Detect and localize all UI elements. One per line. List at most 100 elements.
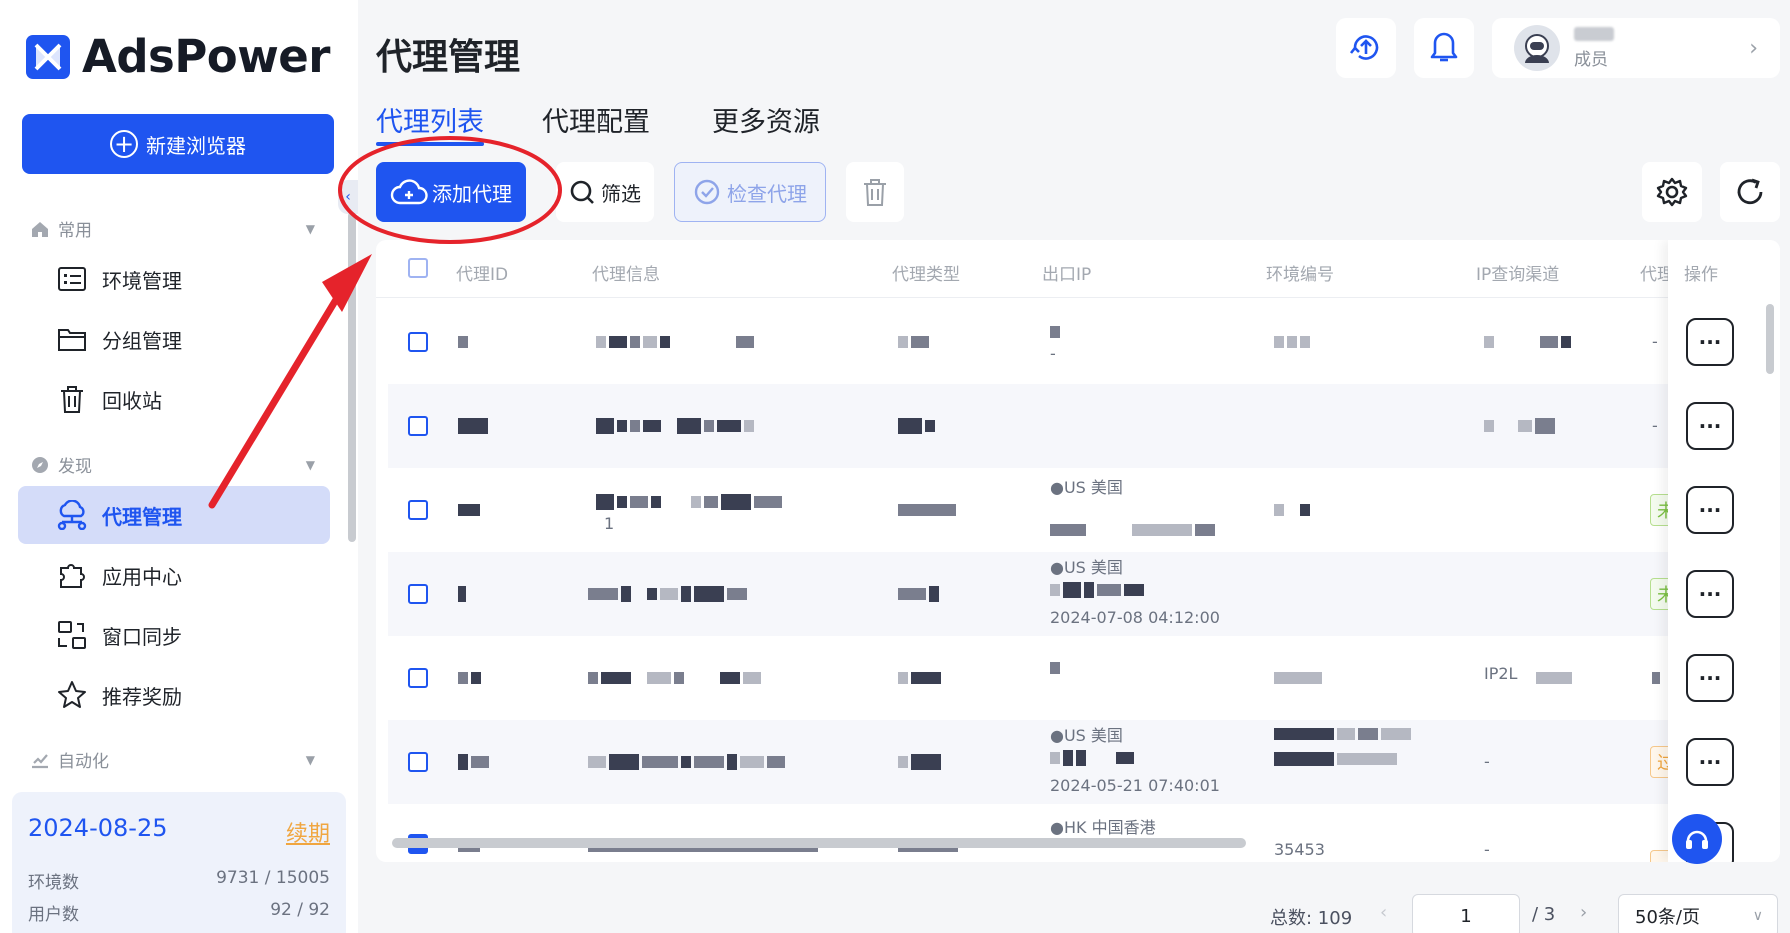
sidebar-item-group-management[interactable]: 分组管理 <box>18 310 330 368</box>
notifications-button[interactable] <box>1414 18 1474 78</box>
row-checkbox[interactable] <box>408 584 428 604</box>
upload-sync-button[interactable] <box>1336 18 1396 78</box>
page-number-input[interactable]: 1 <box>1412 894 1520 933</box>
redacted-env-no <box>1274 672 1322 684</box>
row-checkbox[interactable] <box>408 332 428 352</box>
headset-icon <box>1686 830 1708 849</box>
row-checkbox[interactable] <box>408 668 428 688</box>
redacted-proxy-type <box>898 672 941 684</box>
ip-channel: - <box>1484 840 1490 859</box>
row-more-button[interactable]: ··· <box>1686 318 1734 366</box>
table-vertical-scrollbar[interactable] <box>1766 304 1774 374</box>
row-more-button[interactable]: ··· <box>1686 738 1734 786</box>
tab-more-resources[interactable]: 更多资源 <box>712 100 820 139</box>
section-common[interactable]: 常用 ▼ <box>30 216 315 241</box>
refresh-button[interactable] <box>1720 162 1780 222</box>
automation-icon <box>32 753 48 768</box>
redacted-proxy-info <box>588 586 747 602</box>
redacted-proxy-id <box>458 504 480 516</box>
col-ip-channel[interactable]: IP查询渠道 <box>1476 260 1559 285</box>
trash-icon <box>864 179 886 206</box>
ip-channel: - <box>1484 752 1490 771</box>
col-exit-ip[interactable]: 出口IP <box>1042 260 1091 285</box>
table-row[interactable]: - - <box>388 300 1780 384</box>
row-more-button[interactable]: ··· <box>1686 570 1734 618</box>
row-checkbox[interactable] <box>408 752 428 772</box>
proxy-status: - <box>1652 416 1658 435</box>
active-tab-indicator <box>376 142 484 146</box>
sidebar-item-env-management[interactable]: 环境管理 <box>18 250 330 308</box>
user-menu[interactable]: 成员 › <box>1492 18 1780 78</box>
sidebar-scrollbar[interactable] <box>348 212 356 542</box>
plus-circle-icon: + <box>110 130 138 158</box>
check-proxy-button[interactable]: 检查代理 <box>674 162 826 222</box>
table-horizontal-scrollbar[interactable] <box>392 838 1246 848</box>
row-more-button[interactable]: ··· <box>1686 486 1734 534</box>
tab-proxy-list[interactable]: 代理列表 <box>376 100 484 139</box>
redacted-proxy-type <box>898 754 941 770</box>
sidebar-item-label: 环境管理 <box>102 268 182 293</box>
col-env-no[interactable]: 环境编号 <box>1266 260 1334 285</box>
column-settings-button[interactable] <box>1642 162 1702 222</box>
redacted-proxy-info <box>588 754 785 770</box>
sidebar-item-label: 推荐奖励 <box>102 684 182 709</box>
prev-page-button[interactable]: ‹ <box>1380 902 1387 923</box>
redacted-ip-channel <box>1536 672 1572 684</box>
col-proxy-info[interactable]: 代理信息 <box>592 260 660 285</box>
section-discover[interactable]: 发现 ▼ <box>30 452 315 477</box>
total-pages: / 3 <box>1532 904 1556 925</box>
new-browser-button[interactable]: + 新建浏览器 <box>22 114 334 174</box>
select-all-checkbox[interactable] <box>408 258 428 278</box>
filter-button[interactable]: 筛选 <box>556 162 654 222</box>
redacted-proxy-id <box>458 672 481 684</box>
table-row[interactable]: ●HK 中国香港 35453 - <box>388 804 1780 862</box>
user-count-value: 92 / 92 <box>270 900 330 920</box>
trash-icon <box>56 383 88 415</box>
sidebar-item-app-center[interactable]: 应用中心 <box>18 546 330 604</box>
next-page-button[interactable]: › <box>1580 902 1587 923</box>
table-row[interactable]: ●US 美国 2024-05-21 07:40:01 - 过 <box>388 720 1780 804</box>
table-row[interactable]: - <box>388 384 1780 468</box>
sidebar-item-proxy-management[interactable]: 代理管理 <box>18 486 330 544</box>
row-more-button[interactable]: ··· <box>1686 654 1734 702</box>
row-checkbox[interactable] <box>408 416 428 436</box>
app-logo[interactable]: AdsPower <box>26 30 331 83</box>
sidebar-collapse-toggle[interactable]: ‹ <box>338 180 358 214</box>
table-row[interactable]: ●US 美国 2024-07-08 04:12:00 未 <box>388 552 1780 636</box>
redacted-exit-ip <box>1050 582 1144 598</box>
table-row[interactable]: IP2L <box>388 636 1780 720</box>
page-size-select[interactable]: 50条/页 ∨ <box>1618 894 1778 933</box>
redacted-proxy-info <box>596 336 754 348</box>
proxy-info-line2: 1 <box>604 514 615 533</box>
sidebar-item-window-sync[interactable]: 窗口同步 <box>18 606 330 664</box>
exit-ip-country: ●US 美国 <box>1050 558 1123 577</box>
proxy-status: - <box>1652 332 1658 351</box>
renew-link[interactable]: 续期 <box>286 816 330 848</box>
row-checkbox[interactable] <box>408 500 428 520</box>
section-common-label: 常用 <box>58 221 92 241</box>
chevron-down-icon: ▼ <box>305 457 315 472</box>
compass-icon <box>32 456 48 473</box>
sidebar-item-recycle-bin[interactable]: 回收站 <box>18 370 330 428</box>
add-proxy-button[interactable]: 添加代理 <box>376 162 526 222</box>
exit-ip-checked-time: 2024-05-21 07:40:01 <box>1050 776 1220 795</box>
search-icon <box>570 180 594 204</box>
user-count-label: 用户数 <box>28 905 79 925</box>
bell-icon <box>1430 32 1458 62</box>
tab-proxy-config[interactable]: 代理配置 <box>542 100 650 139</box>
row-more-button[interactable]: ··· <box>1686 402 1734 450</box>
window-sync-icon <box>56 619 88 651</box>
col-proxy-type[interactable]: 代理类型 <box>892 260 960 285</box>
avatar <box>1514 25 1560 71</box>
user-name-redacted <box>1574 26 1614 41</box>
delete-button[interactable] <box>846 162 904 222</box>
redacted-proxy-type <box>898 586 939 602</box>
section-automation[interactable]: 自动化 ▼ <box>30 747 315 772</box>
table-row[interactable]: 1 ●US 美国 未 <box>388 468 1780 552</box>
col-proxy-id[interactable]: 代理ID <box>456 260 508 285</box>
puzzle-icon <box>56 559 88 591</box>
support-chat-button[interactable] <box>1672 814 1722 864</box>
sidebar-item-referral-rewards[interactable]: 推荐奖励 <box>18 666 330 724</box>
plan-card: 2024-08-25 续期 环境数 9731 / 15005 用户数 92 / … <box>12 792 346 933</box>
redacted-ip-channel <box>1484 336 1571 348</box>
